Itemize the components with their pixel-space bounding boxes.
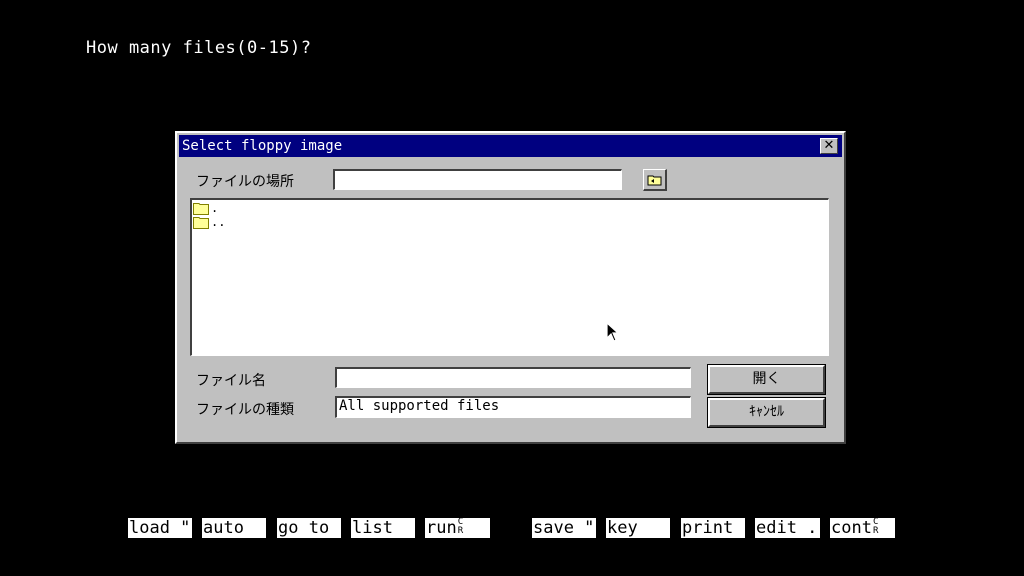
fkey-auto[interactable]: auto	[202, 518, 266, 538]
folder-icon	[193, 216, 209, 229]
fkey-load[interactable]: load "	[128, 518, 192, 538]
list-item-name: .	[211, 201, 219, 215]
location-label: ファイルの場所	[196, 174, 294, 190]
cr-glyph: CR	[872, 518, 879, 536]
close-icon: ✕	[823, 138, 835, 153]
dialog-title: Select floppy image	[182, 138, 343, 154]
file-list[interactable]: . ..	[190, 198, 829, 356]
list-item-name: ..	[211, 215, 226, 229]
fkey-run[interactable]: run C R	[425, 518, 490, 538]
function-key-bar: load " auto go to list run C R save " key …	[0, 518, 1024, 538]
close-button[interactable]: ✕	[820, 138, 838, 154]
open-button[interactable]: 開く	[707, 364, 826, 395]
fkey-cont-label: cont	[831, 518, 872, 538]
filetype-select[interactable]: All supported files	[335, 396, 691, 418]
location-field[interactable]	[333, 169, 622, 190]
fkey-print[interactable]: print	[681, 518, 745, 538]
fkey-key[interactable]: key	[606, 518, 670, 538]
prompt-text: How many files(0-15)?	[86, 38, 312, 58]
folder-up-icon	[647, 175, 662, 186]
up-folder-button[interactable]	[643, 169, 667, 191]
filetype-label: ファイルの種類	[196, 402, 294, 418]
list-item[interactable]: ..	[193, 215, 225, 229]
fkey-save[interactable]: save "	[532, 518, 596, 538]
fkey-cont[interactable]: cont C R	[830, 518, 895, 538]
fkey-list[interactable]: list	[351, 518, 415, 538]
filename-input[interactable]	[335, 367, 691, 388]
list-item[interactable]: .	[193, 201, 218, 215]
fkey-go-to[interactable]: go to	[277, 518, 341, 538]
mouse-pointer-icon	[606, 322, 620, 342]
folder-icon	[193, 202, 209, 215]
fkey-edit[interactable]: edit .	[755, 518, 820, 538]
select-floppy-dialog: Select floppy image ✕ ファイルの場所 . .. ファイル名…	[175, 131, 846, 444]
filename-label: ファイル名	[196, 373, 266, 389]
fkey-run-label: run	[426, 518, 457, 538]
cancel-button[interactable]: ｷｬﾝｾﾙ	[707, 397, 826, 428]
dialog-titlebar[interactable]: Select floppy image ✕	[179, 135, 842, 157]
cr-glyph: CR	[457, 518, 464, 536]
